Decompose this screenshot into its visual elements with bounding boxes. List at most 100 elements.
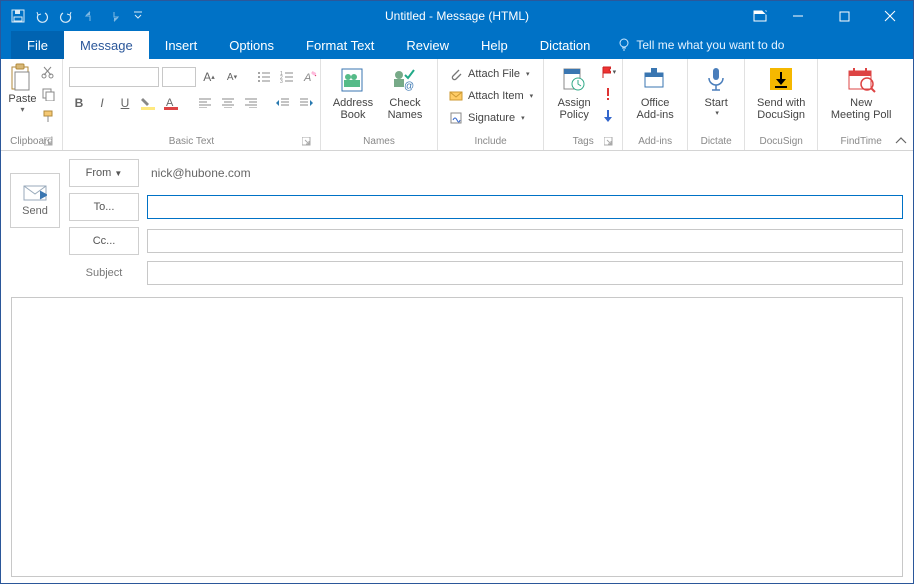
cc-input[interactable]: [147, 229, 903, 253]
group-addins: Office Add-ins Add-ins: [623, 59, 688, 150]
font-name-input[interactable]: [69, 67, 159, 87]
send-icon: [23, 185, 47, 201]
qat-customize-icon[interactable]: [127, 5, 149, 27]
attach-file-button[interactable]: Attach File▾: [444, 63, 537, 85]
tab-file[interactable]: File: [11, 31, 64, 59]
tab-message[interactable]: Message: [64, 31, 149, 59]
tab-format-text[interactable]: Format Text: [290, 31, 390, 59]
docusign-send-button[interactable]: Send with DocuSign: [751, 61, 811, 121]
window-controls: [745, 1, 913, 31]
svg-text:3: 3: [280, 79, 283, 83]
next-item-icon[interactable]: [103, 5, 125, 27]
attach-item-button[interactable]: Attach Item▾: [444, 85, 537, 107]
paste-button[interactable]: Paste ▾: [7, 61, 38, 114]
docusign-icon: [765, 63, 797, 95]
underline-button[interactable]: U: [115, 93, 135, 113]
new-meeting-poll-button[interactable]: New Meeting Poll: [824, 61, 898, 121]
group-label-addins: Add-ins: [629, 134, 681, 150]
from-button[interactable]: From ▼: [69, 159, 139, 187]
bullets-icon[interactable]: [254, 67, 274, 87]
clear-formatting-icon[interactable]: A: [300, 67, 320, 87]
bold-button[interactable]: B: [69, 93, 89, 113]
dictate-start-button[interactable]: Start ▾: [694, 61, 738, 117]
signature-icon: [448, 110, 464, 126]
attach-item-icon: [448, 88, 464, 104]
lightbulb-icon: [618, 38, 630, 52]
low-importance-icon[interactable]: [600, 105, 616, 127]
office-addins-button[interactable]: Office Add-ins: [629, 61, 681, 121]
to-button[interactable]: To...: [69, 193, 139, 221]
align-left-icon[interactable]: [195, 93, 215, 113]
group-label-clipboard: Clipboard: [7, 134, 56, 150]
ribbon-display-options-icon[interactable]: [745, 1, 775, 31]
tab-review[interactable]: Review: [390, 31, 465, 59]
decrease-indent-icon[interactable]: [273, 93, 293, 113]
chevron-down-icon: ▾: [20, 105, 24, 114]
minimize-button[interactable]: [775, 1, 821, 31]
to-input[interactable]: [147, 195, 903, 219]
format-painter-icon[interactable]: [40, 105, 56, 127]
tab-help[interactable]: Help: [465, 31, 524, 59]
tab-insert[interactable]: Insert: [149, 31, 214, 59]
align-right-icon[interactable]: [241, 93, 261, 113]
grow-font-icon[interactable]: A▴: [199, 67, 219, 87]
signature-button[interactable]: Signature▾: [444, 107, 537, 129]
ribbon-tabs: File Message Insert Options Format Text …: [1, 31, 913, 59]
tab-dictation[interactable]: Dictation: [524, 31, 607, 59]
shrink-font-icon[interactable]: A▾: [222, 67, 242, 87]
dialog-launcher-icon[interactable]: [604, 137, 614, 147]
font-size-input[interactable]: [162, 67, 196, 87]
group-docusign: Send with DocuSign DocuSign: [745, 59, 818, 150]
numbering-icon[interactable]: 123: [277, 67, 297, 87]
tell-me-search[interactable]: Tell me what you want to do: [606, 31, 784, 59]
address-book-icon: [337, 63, 369, 95]
assign-policy-button[interactable]: Assign Policy: [550, 61, 598, 121]
copy-icon[interactable]: [40, 83, 56, 105]
assign-policy-label: Assign Policy: [558, 97, 591, 121]
font-color-icon[interactable]: A: [161, 93, 181, 113]
group-clipboard: Paste ▾ Clipboard: [1, 59, 63, 150]
collapse-ribbon-icon[interactable]: [895, 136, 907, 146]
subject-input[interactable]: [147, 261, 903, 285]
close-button[interactable]: [867, 1, 913, 31]
maximize-button[interactable]: [821, 1, 867, 31]
high-importance-icon[interactable]: [600, 83, 616, 105]
align-center-icon[interactable]: [218, 93, 238, 113]
undo-icon[interactable]: [31, 5, 53, 27]
group-basic-text: A▴ A▾ 123 A B I U A: [63, 59, 321, 150]
send-button[interactable]: Send: [10, 173, 60, 228]
addins-icon: [639, 63, 671, 95]
italic-button[interactable]: I: [92, 93, 112, 113]
dialog-launcher-icon[interactable]: [44, 137, 54, 147]
follow-up-flag-icon[interactable]: ▾: [600, 61, 616, 83]
address-book-button[interactable]: Address Book: [327, 61, 379, 121]
subject-label: Subject: [69, 267, 139, 279]
attach-item-label: Attach Item: [468, 90, 524, 102]
group-label-dictate: Dictate: [694, 134, 738, 150]
microphone-icon: [700, 63, 732, 95]
tell-me-label: Tell me what you want to do: [636, 38, 784, 52]
signature-label: Signature: [468, 112, 515, 124]
meeting-poll-icon: [845, 63, 877, 95]
quick-access-toolbar: [1, 5, 149, 27]
assign-policy-icon: [558, 63, 590, 95]
dialog-launcher-icon[interactable]: [302, 137, 312, 147]
svg-text:@: @: [404, 81, 414, 92]
title-bar: Untitled - Message (HTML): [1, 1, 913, 31]
check-names-button[interactable]: @ Check Names: [379, 61, 431, 121]
tab-options[interactable]: Options: [213, 31, 290, 59]
increase-indent-icon[interactable]: [296, 93, 316, 113]
message-body[interactable]: [11, 297, 903, 577]
group-dictate: Start ▾ Dictate: [688, 59, 745, 150]
paperclip-icon: [448, 66, 464, 82]
group-include: Attach File▾ Attach Item▾ Signature▾ Inc…: [438, 59, 544, 150]
send-label: Send: [22, 205, 48, 217]
prev-item-icon[interactable]: [79, 5, 101, 27]
cut-icon[interactable]: [40, 61, 56, 83]
text-highlight-icon[interactable]: [138, 93, 158, 113]
cc-button[interactable]: Cc...: [69, 227, 139, 255]
save-icon[interactable]: [7, 5, 29, 27]
redo-icon[interactable]: [55, 5, 77, 27]
group-label-names: Names: [327, 134, 431, 150]
check-names-icon: @: [389, 63, 421, 95]
